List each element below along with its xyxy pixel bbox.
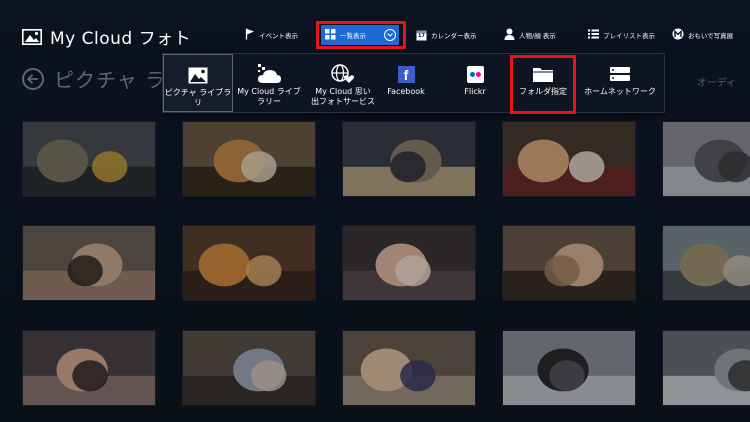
source-item-folder[interactable]: フォルダ指定: [512, 54, 574, 112]
source-dropdown-menu: ピクチャ ライブラリ My Cloud ライブ ラリー My Cloud 思い …: [162, 53, 665, 113]
photo-thumbnail-five-storey-pagoda[interactable]: [502, 330, 636, 406]
calendar-view-button[interactable]: 17 カレンダー表示: [416, 26, 477, 44]
photo-thumbnail-children-in-room[interactable]: [502, 225, 636, 301]
calendar-day-number: 17: [418, 33, 425, 39]
list-view-button[interactable]: 一覧表示: [321, 25, 399, 45]
list-view-label: 一覧表示: [340, 32, 366, 40]
playlist-view-button[interactable]: プレイリスト表示: [588, 26, 655, 44]
memories-icon: [672, 28, 684, 42]
source-label-flickr: Flickr: [464, 87, 486, 96]
source-item-flickr[interactable]: Flickr: [453, 54, 497, 112]
photo-thumbnail-kitten-in-bag[interactable]: [182, 121, 316, 197]
photo-thumbnail-temple-hall[interactable]: [662, 330, 750, 406]
photo-thumbnail-stadium-birds[interactable]: [342, 121, 476, 197]
flickr-icon: [466, 64, 484, 84]
person-icon: [504, 28, 515, 42]
photo-thumbnail-child-closeup[interactable]: [22, 330, 156, 406]
memories-exhibit-button[interactable]: おもいで写真展: [672, 26, 733, 44]
playlist-view-label: プレイリスト表示: [603, 32, 655, 40]
source-item-home-network[interactable]: ホームネットワーク: [576, 54, 664, 112]
photo-thumbnail-child-portrait[interactable]: [22, 225, 156, 301]
flag-icon: [245, 28, 255, 42]
folder-icon: [533, 64, 553, 84]
source-label-picture-library: ピクチャ ライブラリ: [164, 88, 232, 107]
photo-thumbnail-orange-kitten[interactable]: [182, 225, 316, 301]
playlist-icon: [588, 29, 599, 41]
photo-thumbnail-airplane-museum[interactable]: [22, 121, 156, 197]
photo-thumbnail-two-children-smiling[interactable]: [502, 121, 636, 197]
photo-thumbnail-child-peace-sign[interactable]: [342, 225, 476, 301]
source-label-memories-service: My Cloud 思い 出フォトサービス: [311, 87, 375, 106]
source-item-memories-service[interactable]: My Cloud 思い 出フォトサービス: [305, 54, 381, 112]
photo-app-window: My Cloud フォト イベント表示 一覧表示 17 カレンダー表示 人物/顔…: [0, 0, 750, 422]
app-title: My Cloud フォト: [50, 29, 192, 49]
source-label-home-network: ホームネットワーク: [584, 87, 656, 96]
facebook-glyph: f: [397, 65, 415, 83]
source-item-facebook[interactable]: f Facebook: [381, 54, 431, 112]
back-arrow-icon[interactable]: [22, 67, 44, 90]
event-view-button[interactable]: イベント表示: [245, 26, 298, 44]
source-item-mycloud-library[interactable]: My Cloud ライブ ラリー: [233, 54, 305, 112]
facebook-icon: f: [397, 64, 415, 84]
source-item-picture-library[interactable]: ピクチャ ライブラリ: [163, 54, 233, 112]
calendar-icon: 17: [416, 29, 427, 41]
source-label-folder: フォルダ指定: [519, 87, 567, 96]
event-view-label: イベント表示: [259, 32, 298, 40]
person-view-label: 人物/顔 表示: [519, 32, 556, 40]
app-brand: My Cloud フォト: [22, 24, 191, 49]
memories-exhibit-label: おもいで写真展: [688, 32, 734, 40]
cloud-library-icon: [255, 64, 283, 84]
audio-link-text: オーディ: [696, 78, 736, 89]
home-network-icon: [610, 64, 630, 84]
source-label-facebook: Facebook: [387, 87, 425, 96]
calendar-view-label: カレンダー表示: [431, 32, 477, 40]
grid-icon: [325, 28, 336, 42]
chevron-down-icon[interactable]: [384, 29, 396, 41]
person-view-button[interactable]: 人物/顔 表示: [504, 26, 556, 44]
photo-thumbnail-children-at-home[interactable]: [182, 330, 316, 406]
photo-thumbnail-pagoda-roof[interactable]: [662, 121, 750, 197]
picture-library-icon: [188, 65, 208, 85]
globe-heart-icon: [331, 64, 355, 84]
photo-logo-icon: [22, 28, 42, 45]
photo-thumbnail-children-outdoors[interactable]: [342, 330, 476, 406]
source-label-mycloud-library: My Cloud ライブ ラリー: [237, 87, 301, 106]
photo-thumbnail-deer-park[interactable]: [662, 225, 750, 301]
